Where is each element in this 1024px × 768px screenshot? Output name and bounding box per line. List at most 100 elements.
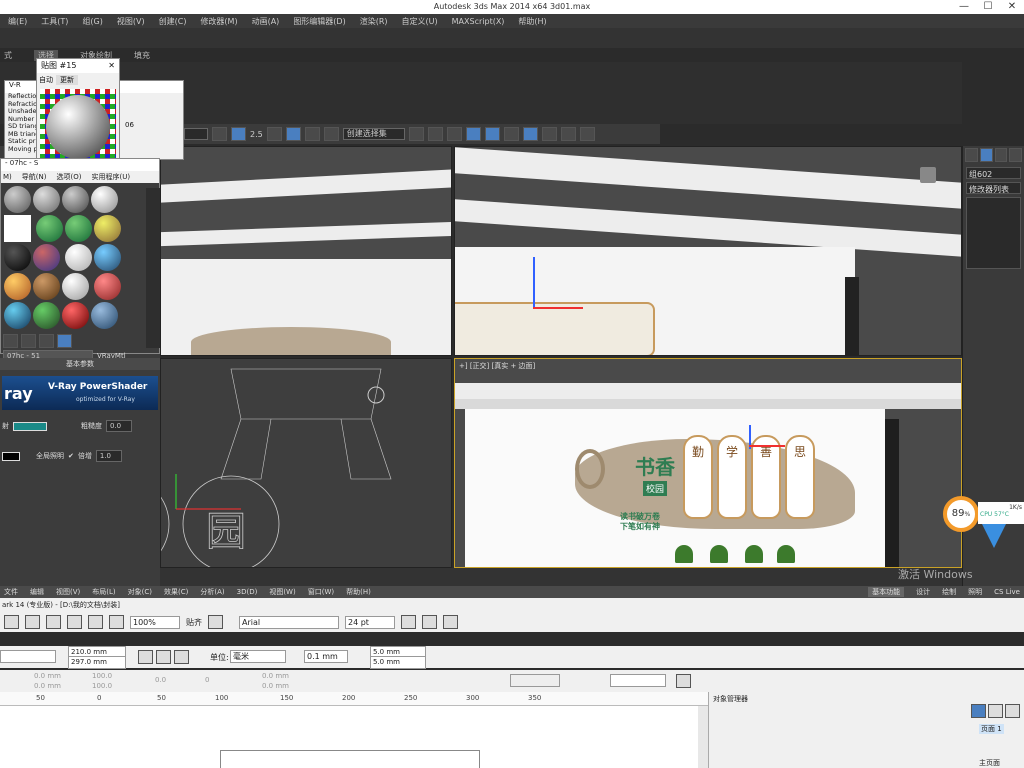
assign-material-icon[interactable]	[21, 334, 36, 348]
page-height-field[interactable]: 297.0 mm	[68, 656, 126, 669]
export-icon[interactable]	[109, 615, 124, 629]
viewport-bottom-right[interactable]: +] [正交] [真实 + 边面] 书香 校园 读书破万卷 下笔如有神 勤 学 …	[454, 358, 962, 568]
master-page-node[interactable]: 主页面	[979, 758, 1000, 768]
mat-menu-item[interactable]: 选项(O)	[56, 172, 81, 182]
multiplier-checkbox[interactable]: ✔	[68, 452, 74, 460]
menu-item[interactable]: 组(G)	[82, 16, 102, 27]
scene-explorer-icon[interactable]	[465, 127, 481, 141]
horizontal-ruler[interactable]: 50 0 50 100 150 200 250 300 350	[0, 692, 708, 706]
material-slot[interactable]	[33, 273, 60, 300]
cdr-menu-item[interactable]: 对象(C)	[128, 587, 152, 597]
x-position-field[interactable]: 0.0 mm	[34, 672, 61, 680]
menu-item[interactable]: 图形编辑器(D)	[293, 16, 345, 27]
cdr-menu-item[interactable]: 帮助(H)	[346, 587, 371, 597]
material-slot[interactable]	[62, 273, 89, 300]
cdr-menu-item[interactable]: 3D(D)	[237, 588, 258, 596]
duplicate-y-field[interactable]: 5.0 mm	[370, 656, 426, 669]
undo-icon[interactable]	[46, 615, 61, 629]
roughness-spinner[interactable]: 0.0	[106, 420, 132, 432]
mat-menu-item[interactable]: 实用程序(U)	[91, 172, 130, 182]
underline-icon[interactable]	[443, 615, 458, 629]
basic-params-rollout[interactable]: 基本参数	[0, 358, 160, 370]
menu-item[interactable]: 工具(T)	[41, 16, 68, 27]
menu-item[interactable]: 帮助(H)	[518, 16, 546, 27]
cdr-menu-item[interactable]: 布局(L)	[92, 587, 115, 597]
mirror-icon[interactable]	[408, 127, 424, 141]
menu-item[interactable]: MAXScript(X)	[452, 17, 505, 26]
hand-icon[interactable]	[676, 674, 691, 688]
menu-item[interactable]: 自定义(U)	[402, 16, 438, 27]
scale-x-field[interactable]: 100.0	[92, 672, 112, 680]
auto-checkbox[interactable]: 自动	[39, 75, 53, 85]
vertical-scrollbar[interactable]	[698, 706, 708, 768]
viewport-top-right[interactable]	[454, 146, 962, 356]
y-position-field[interactable]: 0.0 mm	[34, 682, 61, 690]
copy-icon[interactable]	[25, 615, 40, 629]
layer-view-icon[interactable]	[971, 704, 986, 718]
italic-icon[interactable]	[422, 615, 437, 629]
menu-item[interactable]: 编(E)	[8, 16, 27, 27]
render-frame-icon[interactable]	[560, 127, 576, 141]
import-icon[interactable]	[88, 615, 103, 629]
move-icon[interactable]	[212, 127, 227, 141]
snap-to-label[interactable]: 贴齐	[186, 617, 202, 628]
menu-item[interactable]: 修改器(M)	[200, 16, 237, 27]
modifier-list-dropdown[interactable]: 修改器列表	[966, 182, 1021, 194]
render-setup-icon[interactable]	[541, 127, 557, 141]
material-slot[interactable]	[91, 302, 118, 329]
cdr-menu-item[interactable]: 视图(V)	[56, 587, 80, 597]
close-icon[interactable]: ✕	[108, 59, 119, 73]
spinner-snap-icon[interactable]	[304, 127, 320, 141]
motion-tab-icon[interactable]	[1009, 148, 1022, 162]
material-slot[interactable]	[93, 273, 121, 300]
render-icon[interactable]	[579, 127, 595, 141]
material-slot[interactable]	[64, 215, 92, 242]
reflect-color-swatch[interactable]	[2, 451, 20, 461]
multiplier-spinner[interactable]: 1.0	[95, 450, 122, 462]
schematic-icon[interactable]	[503, 127, 519, 141]
material-slot[interactable]	[33, 186, 60, 213]
modifier-stack[interactable]	[966, 197, 1021, 269]
menu-item[interactable]: 视图(V)	[117, 16, 145, 27]
menu-item[interactable]: 创建(C)	[159, 16, 187, 27]
cdr-menu-item[interactable]: 视图(W)	[269, 587, 295, 597]
ribbon-tab[interactable]: 式	[4, 50, 12, 61]
angle-snap-value[interactable]: 2.5	[250, 130, 263, 139]
material-slot[interactable]	[64, 244, 92, 271]
material-slot[interactable]	[33, 302, 60, 329]
ribbon-tab[interactable]: 填充	[134, 50, 150, 61]
units-dropdown[interactable]: 毫米	[230, 650, 286, 663]
create-tab-icon[interactable]	[965, 148, 978, 162]
style-dropdown[interactable]	[610, 674, 666, 687]
edit-named-sel-icon[interactable]	[323, 127, 339, 141]
all-pages-icon[interactable]	[174, 650, 189, 664]
material-editor-icon[interactable]	[522, 127, 538, 141]
view-dropdown[interactable]	[184, 128, 208, 140]
perf-gauge[interactable]: 89%	[943, 496, 979, 532]
x2-field[interactable]: 0.0 mm	[262, 672, 289, 680]
page-size-dropdown[interactable]	[0, 650, 56, 663]
material-slot[interactable]	[4, 215, 31, 242]
zoom-level-dropdown[interactable]: 100%	[130, 615, 180, 629]
font-size-dropdown[interactable]: 24 pt	[345, 615, 395, 629]
page-1-node[interactable]: 页面 1	[979, 724, 1004, 734]
gizmo-x-axis[interactable]	[533, 307, 583, 309]
cdr-menu-item[interactable]: 分析(A)	[200, 587, 224, 597]
hierarchy-tab-icon[interactable]	[994, 148, 1008, 162]
gizmo-x-axis[interactable]	[749, 445, 785, 447]
drawing-canvas[interactable]	[0, 706, 708, 768]
material-slot[interactable]	[35, 215, 63, 242]
cdr-cslive[interactable]: CS Live	[994, 588, 1024, 596]
rotation-field[interactable]: 0.0	[155, 676, 166, 684]
nudge-field[interactable]: 0.1 mm	[304, 650, 348, 663]
material-slot[interactable]	[33, 244, 60, 271]
material-slot[interactable]	[62, 302, 89, 329]
cdr-menu-item[interactable]: 窗口(W)	[308, 587, 334, 597]
layer-options-icon[interactable]	[1005, 704, 1020, 718]
percent-snap-icon[interactable]	[285, 127, 301, 141]
portrait-icon[interactable]	[138, 650, 153, 664]
cdr-menu-item[interactable]: 编辑	[30, 587, 44, 597]
diffuse-color-swatch[interactable]	[13, 421, 47, 431]
modify-tab-icon[interactable]	[979, 148, 993, 162]
material-slot[interactable]	[91, 186, 118, 213]
